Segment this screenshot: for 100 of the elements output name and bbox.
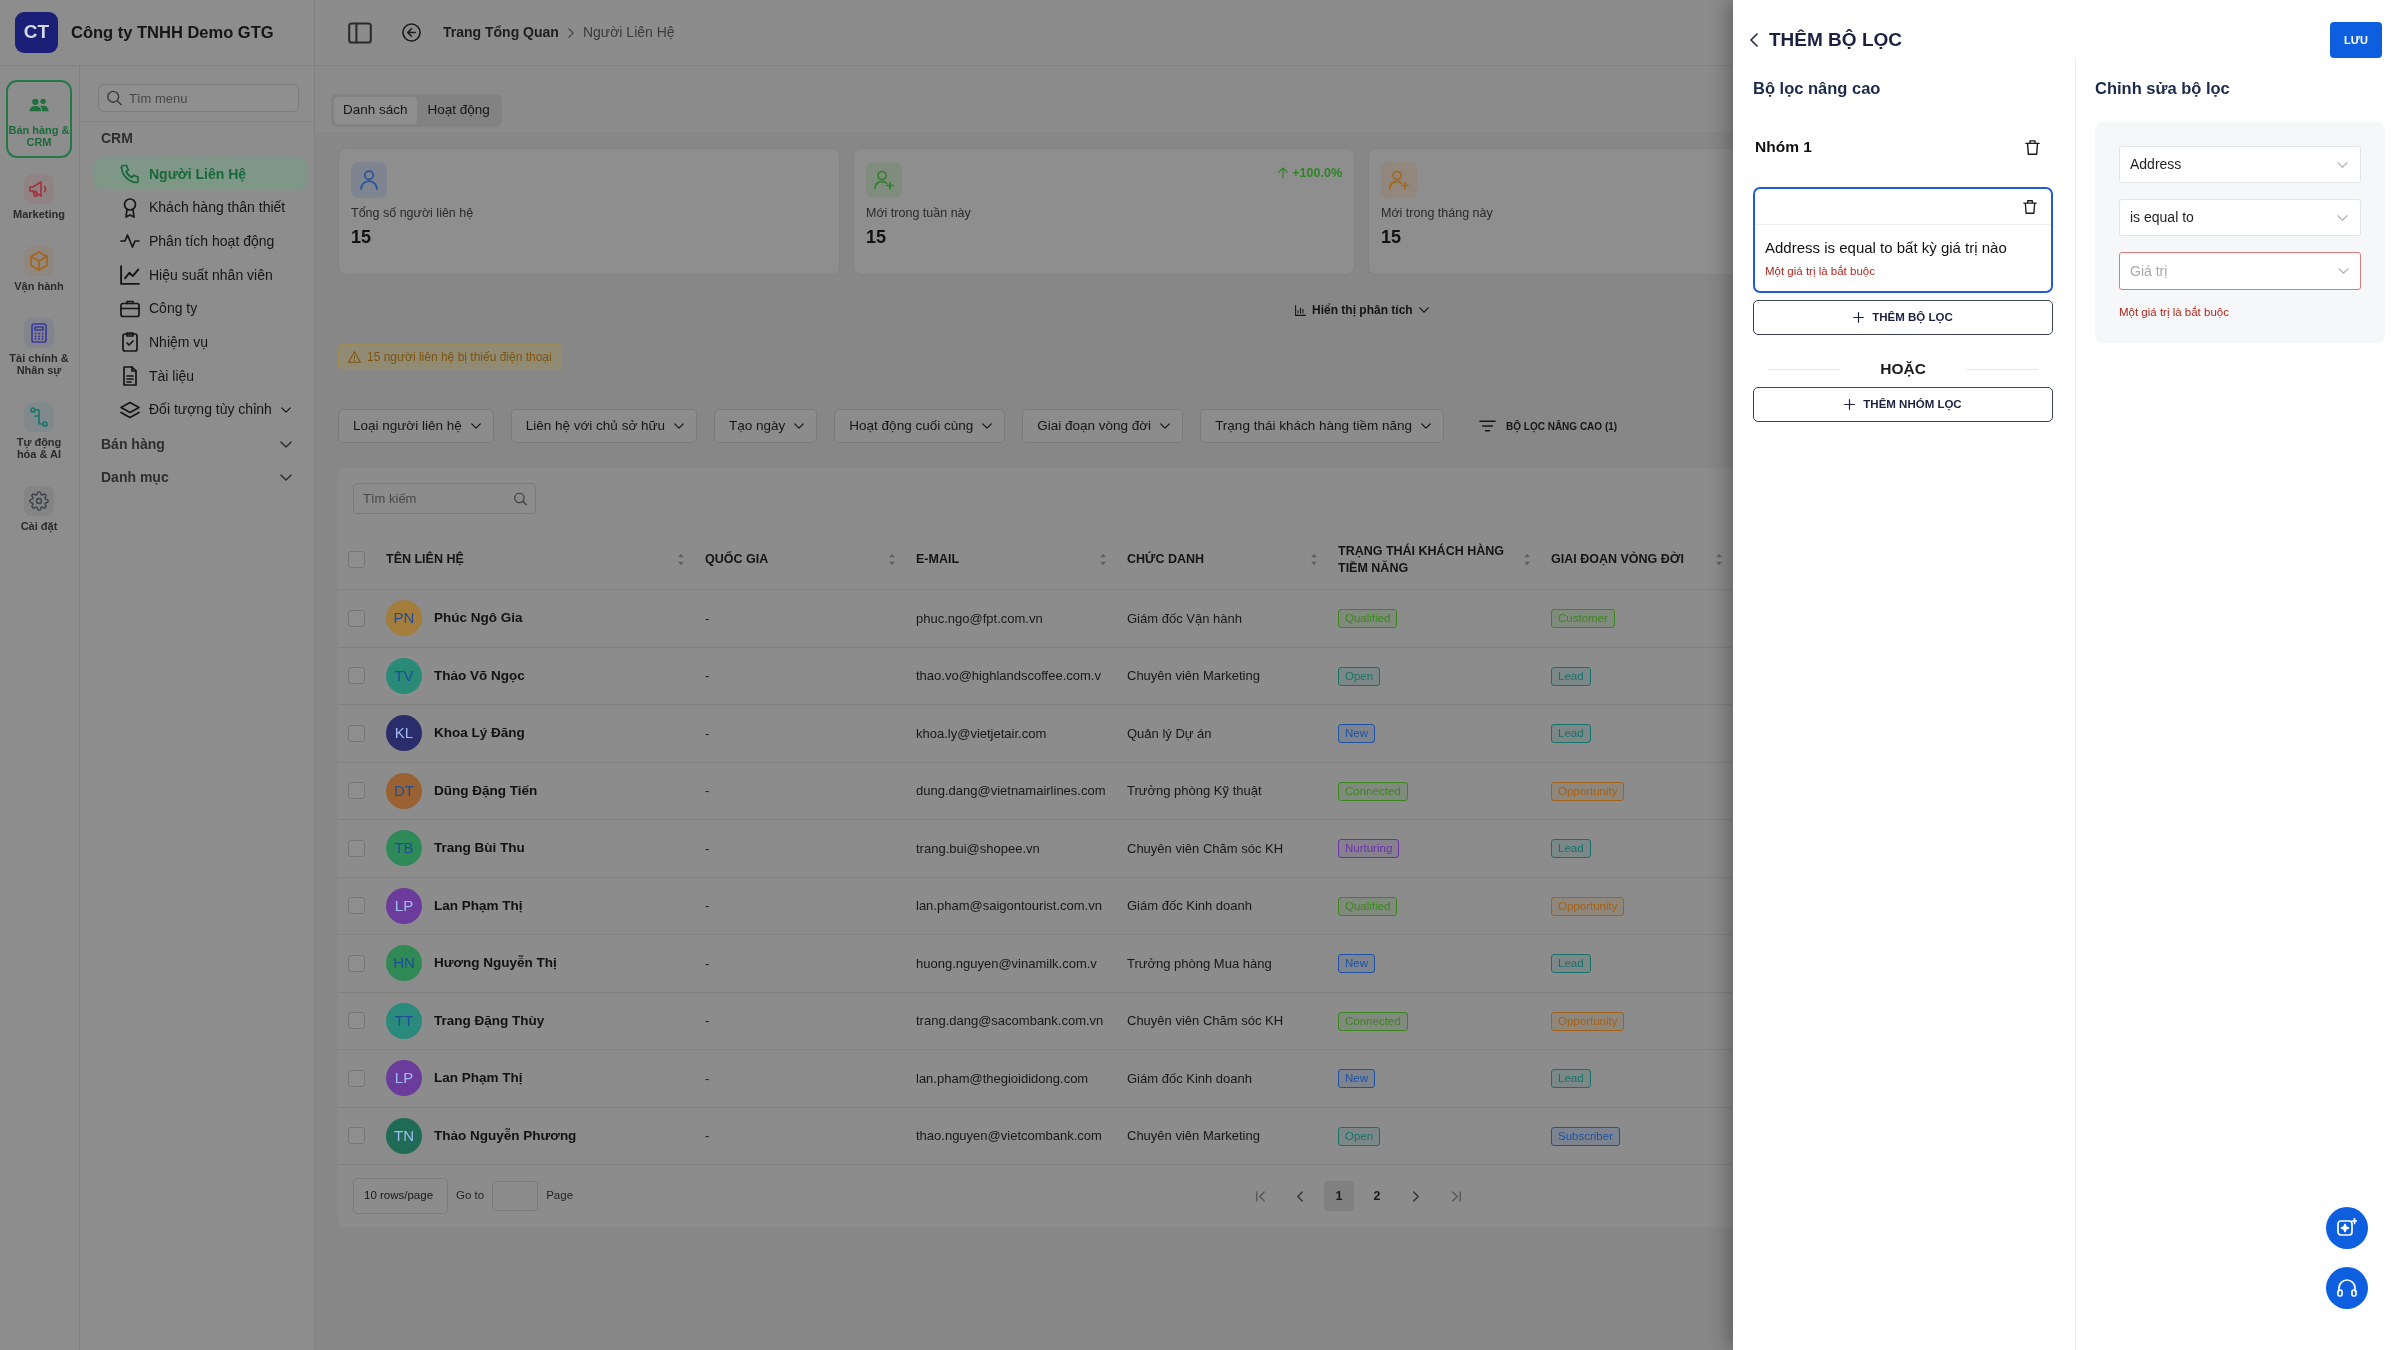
support-button[interactable] [2326, 1267, 2368, 1309]
sort-icon[interactable] [677, 553, 685, 566]
row-checkbox[interactable] [348, 782, 365, 800]
headset-icon [2337, 1279, 2357, 1297]
error-message: Một giá trị là bắt buộc [2119, 305, 2229, 320]
group-title: Nhóm 1 [1755, 137, 1812, 158]
row-checkbox[interactable] [348, 724, 365, 742]
trash-icon[interactable] [2023, 198, 2037, 215]
add-group-button[interactable]: THÊM NHÓM LỌC [1753, 387, 2053, 422]
contact-name: Trang Đặng Thùy [434, 1011, 545, 1030]
menu-item[interactable]: Hiệu suất nhân viên [94, 259, 307, 292]
row-checkbox[interactable] [348, 839, 365, 857]
assistant-button[interactable] [2326, 1207, 2368, 1249]
filter-dropdown[interactable]: Hoạt động cuối cùng [834, 409, 1006, 443]
lifecycle-tag: Subscriber [1551, 1126, 1620, 1146]
lifecycle-tag: Lead [1551, 1069, 1591, 1089]
sort-icon[interactable] [1310, 553, 1318, 566]
table-cell: huong.nguyen@vinamilk.com.v [916, 955, 1097, 971]
stat-value: 15 [1381, 225, 1402, 249]
clipboard-icon [120, 332, 140, 353]
save-button[interactable]: LƯU [2330, 22, 2382, 58]
table-cell: - [705, 725, 710, 741]
select-all-checkbox[interactable] [348, 551, 365, 568]
page-size-select[interactable]: 10 rows/page [353, 1178, 449, 1214]
value-field[interactable]: Giá trị [2119, 252, 2361, 290]
company-logo: CT [15, 12, 58, 53]
contact-name: Lan Phạm Thị [434, 1069, 523, 1088]
page-button[interactable]: 2 [1362, 1181, 1393, 1211]
sidebar-toggle-icon[interactable] [348, 21, 372, 44]
column-header: CHỨC DANH [1127, 551, 1205, 568]
section-header[interactable]: CRM [80, 122, 314, 155]
sort-icon[interactable] [1715, 553, 1723, 566]
table-search-field[interactable]: Tìm kiếm [353, 483, 536, 514]
menu-item[interactable]: Đối tượng tùy chỉnh [94, 393, 307, 426]
menu-item[interactable]: Nhiệm vụ [94, 326, 307, 359]
module-nav-item[interactable]: Tài chính & Nhân sự [6, 308, 72, 386]
row-checkbox[interactable] [348, 954, 365, 972]
menu-item[interactable]: Tài liệu [94, 360, 307, 393]
menu-item[interactable]: Khách hàng thân thiết [94, 191, 307, 224]
last-page-icon[interactable] [1451, 1190, 1461, 1202]
filter-dropdown[interactable]: Giai đoạn vòng đời [1022, 409, 1184, 443]
chevron-right-icon [567, 27, 574, 38]
lifecycle-tag: Customer [1551, 609, 1615, 629]
company-name: Công ty TNHH Demo GTG [71, 22, 274, 44]
contact-avatar: HN [386, 945, 422, 982]
back-icon[interactable] [1750, 33, 1758, 47]
table-cell: Trưởng phòng Mua hàng [1127, 955, 1272, 971]
filter-dropdown[interactable]: Liên hệ với chủ sở hữu [510, 409, 698, 443]
sort-icon[interactable] [888, 553, 896, 566]
menu-item[interactable]: Công ty [94, 292, 307, 325]
chevron-down-icon [674, 423, 685, 429]
menu-item[interactable]: Phân tích hoạt động [94, 225, 307, 258]
table-cell: Giám đốc Kinh doanh [1127, 1070, 1253, 1086]
contact-avatar: LP [386, 887, 422, 924]
first-page-icon[interactable] [1255, 1190, 1265, 1202]
chevron-down-icon [2338, 268, 2349, 274]
row-checkbox[interactable] [348, 667, 365, 685]
view-tab[interactable]: Hoạt động [418, 97, 499, 124]
next-page-icon[interactable] [1413, 1190, 1420, 1202]
status-tag: New [1338, 1069, 1375, 1089]
module-nav-item[interactable]: Marketing [6, 164, 72, 230]
contact-name: Trang Bùi Thu [434, 839, 525, 858]
sort-icon[interactable] [1099, 553, 1107, 566]
row-checkbox[interactable] [348, 1012, 365, 1030]
section-header[interactable]: Bán hàng [80, 427, 314, 461]
column-header: E-MAIL [916, 551, 960, 568]
module-nav-item[interactable]: Tự động hóa & AI [6, 392, 72, 470]
sparkle-square-icon [2337, 1218, 2357, 1238]
contact-avatar: KL [386, 715, 422, 752]
condition-card[interactable]: Address is equal to bất kỳ giá trị nào Một giá trị là bắt buộc [1753, 187, 2053, 293]
row-checkbox[interactable] [348, 1127, 365, 1145]
breadcrumb-link[interactable]: Trang Tổng Quan [443, 22, 559, 43]
section-header[interactable]: Danh mục [80, 460, 314, 494]
briefcase-icon [120, 298, 140, 319]
filter-dropdown[interactable]: Trạng thái khách hàng tiềm năng [1200, 409, 1444, 443]
sort-icon[interactable] [1523, 553, 1531, 566]
view-tab[interactable]: Danh sách [334, 97, 417, 124]
row-checkbox[interactable] [348, 609, 365, 627]
filter-dropdown[interactable]: Tạo ngày [714, 409, 818, 443]
table-cell: lan.pham@thegioididong.com [916, 1070, 1089, 1086]
add-filter-button[interactable]: THÊM BỘ LỌC [1753, 300, 2053, 335]
advanced-filter-button[interactable]: BỘ LỌC NÂNG CAO (1) [1479, 418, 1618, 434]
contact-name: Khoa Lý Đăng [434, 724, 525, 743]
table-cell: Giám đốc Vận hành [1127, 610, 1242, 626]
phone-icon [120, 164, 140, 184]
trash-icon[interactable] [2025, 138, 2040, 156]
chevron-down-icon [280, 473, 292, 481]
module-nav-item[interactable]: Vận hành [6, 236, 72, 302]
page-button[interactable]: 1 [1324, 1181, 1355, 1211]
previous-page-icon[interactable] [1297, 1190, 1304, 1202]
field-select[interactable]: is equal to [2119, 199, 2361, 236]
menu-search-field[interactable]: Tìm menu [98, 84, 299, 112]
module-nav-item[interactable]: Cài đặt [6, 476, 72, 542]
row-checkbox[interactable] [348, 897, 365, 915]
chevron-down-icon [1421, 423, 1431, 429]
analytics-toggle[interactable]: Hiển thị phân tích [1295, 299, 1429, 321]
search-icon [107, 90, 122, 106]
filter-dropdown[interactable]: Loại người liên hệ [338, 409, 494, 443]
row-checkbox[interactable] [348, 1069, 365, 1087]
field-select[interactable]: Address [2119, 146, 2361, 183]
